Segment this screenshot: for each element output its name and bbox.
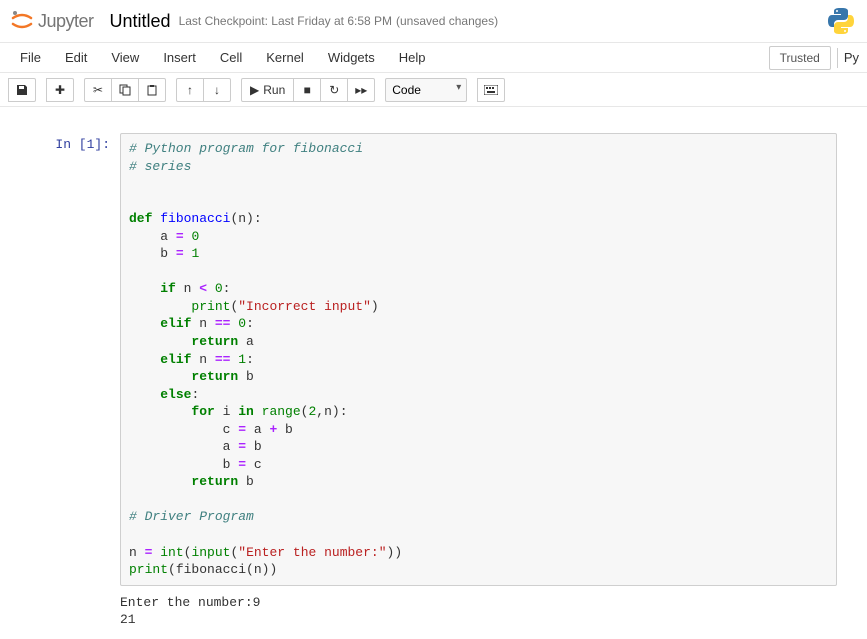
code-cell[interactable]: In [1]: # Python program for fibonacci #… [0,123,867,639]
paste-icon [146,84,158,96]
restart-icon: ↻ [329,83,339,97]
kernel-name: Py [844,50,859,65]
header: Jupyter Untitled Last Checkpoint: Last F… [0,0,867,43]
fast-forward-icon: ▸▸ [355,83,367,97]
unsaved-text: (unsaved changes) [396,14,498,28]
notebook-title[interactable]: Untitled [110,11,171,32]
toolbar: ✚ ✂ ↑ ↓ ▶ Run ■ ↻ ▸▸ Code [0,73,867,107]
code-input[interactable]: # Python program for fibonacci # series … [120,133,837,586]
menu-kernel[interactable]: Kernel [254,44,316,71]
divider [837,48,838,68]
move-up-button[interactable]: ↑ [176,78,204,102]
menu-cell[interactable]: Cell [208,44,254,71]
arrow-down-icon: ↓ [214,83,220,97]
jupyter-logo[interactable]: Jupyter [10,9,94,33]
notebook-area: In [1]: # Python program for fibonacci #… [0,107,867,639]
menu-view[interactable]: View [99,44,151,71]
command-palette-button[interactable] [477,78,505,102]
cut-button[interactable]: ✂ [84,78,112,102]
run-button[interactable]: ▶ Run [241,78,294,102]
run-icon: ▶ [250,83,259,97]
menu-help[interactable]: Help [387,44,438,71]
menu-edit[interactable]: Edit [53,44,99,71]
arrow-up-icon: ↑ [187,83,193,97]
menu-widgets[interactable]: Widgets [316,44,387,71]
python-icon [825,5,857,37]
cell-output: Enter the number:9 21 [120,588,837,629]
paste-button[interactable] [138,78,166,102]
copy-icon [119,84,131,96]
cell-type-select[interactable]: Code [385,78,467,102]
add-cell-button[interactable]: ✚ [46,78,74,102]
restart-run-all-button[interactable]: ▸▸ [347,78,375,102]
cell-prompt: In [1]: [30,133,120,586]
stop-icon: ■ [304,83,311,97]
menu-insert[interactable]: Insert [151,44,208,71]
plus-icon: ✚ [55,83,65,97]
menu-file[interactable]: File [8,44,53,71]
jupyter-icon [10,9,34,33]
logo-text: Jupyter [38,11,94,32]
run-label: Run [263,83,285,97]
save-button[interactable] [8,78,36,102]
checkpoint-text: Last Checkpoint: Last Friday at 6:58 PM [179,14,392,28]
cut-icon: ✂ [93,83,103,97]
keyboard-icon [484,85,498,95]
trusted-indicator[interactable]: Trusted [769,46,831,70]
interrupt-button[interactable]: ■ [293,78,321,102]
copy-button[interactable] [111,78,139,102]
save-icon [16,84,28,96]
menubar: File Edit View Insert Cell Kernel Widget… [0,43,867,73]
restart-button[interactable]: ↻ [320,78,348,102]
output-prompt [30,588,120,629]
move-down-button[interactable]: ↓ [203,78,231,102]
